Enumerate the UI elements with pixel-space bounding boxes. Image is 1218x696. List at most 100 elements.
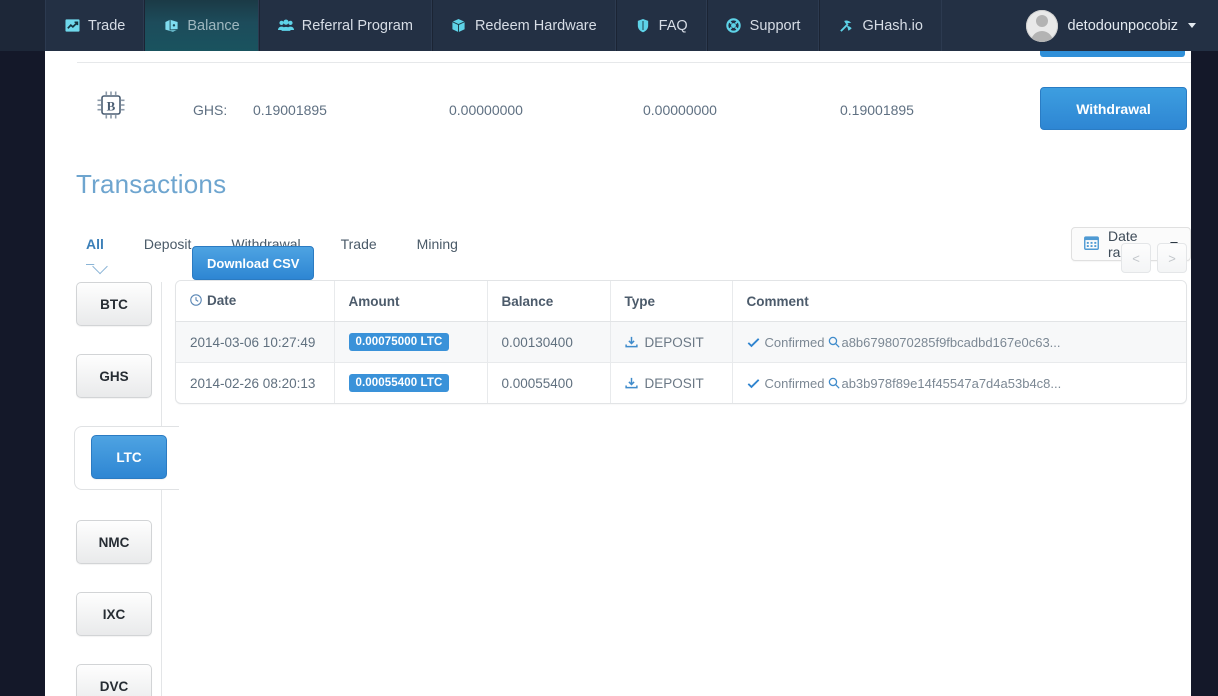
pagination-next-button[interactable]: > [1157, 243, 1187, 273]
nav-item-trade[interactable]: Trade [45, 0, 145, 51]
transaction-hash[interactable]: ab3b978f89e14f45547a7d4a53b4c8... [841, 376, 1061, 391]
nav-item-ghash-io[interactable]: GHash.io [819, 0, 942, 51]
user-menu[interactable]: detodounpocobiz [1016, 0, 1218, 51]
balance-row: B GHS: 0.19001895 0.00000000 0.00000000 … [45, 71, 1191, 143]
search-icon[interactable] [828, 336, 841, 348]
amount-badge: 0.00075000 LTC [348, 333, 450, 351]
page-title: Transactions [76, 169, 227, 199]
download-csv-button[interactable]: Download CSV [192, 246, 315, 280]
download-icon [624, 377, 638, 390]
svg-text:B: B [107, 99, 116, 114]
balance-value-available: 0.19001895 [840, 102, 914, 118]
nav-item-label: Trade [88, 17, 126, 34]
nav-item-support[interactable]: Support [706, 0, 820, 51]
currency-button-nmc[interactable]: NMC [76, 520, 152, 564]
currency-button-ltc[interactable]: LTC [91, 435, 167, 479]
tab-caret-icon [92, 258, 108, 275]
cpu-bitcoin-icon: B [93, 87, 129, 123]
balance-value-pending: 0.00000000 [449, 102, 523, 118]
nav-item-label: Referral Program [301, 17, 413, 34]
column-header-date[interactable]: Date [176, 281, 335, 322]
currency-sidebar: BTC GHS LTC NMC IXC DVC [74, 282, 181, 696]
transactions-table-panel: Date Amount Balance Type Comment 2014-03… [175, 280, 1187, 404]
tab-mining[interactable]: Mining [397, 229, 478, 259]
column-header-type[interactable]: Type [610, 281, 733, 322]
tab-trade[interactable]: Trade [321, 229, 397, 259]
balance-value-total: 0.19001895 [253, 102, 327, 118]
type-label: DEPOSIT [644, 334, 704, 350]
cell-amount: 0.00055400 LTC [334, 362, 488, 403]
box-icon [451, 18, 467, 34]
column-header-amount[interactable]: Amount [334, 281, 488, 322]
type-label: DEPOSIT [644, 375, 704, 391]
calendar-icon [1084, 235, 1099, 253]
currency-button-ghs[interactable]: GHS [76, 354, 152, 398]
navbar-spacer [942, 0, 1016, 51]
page-root: Trade Balance Referral Program Redeem Ha… [0, 0, 1218, 696]
cell-date: 2014-03-06 10:27:49 [176, 321, 335, 363]
nav-item-faq[interactable]: FAQ [615, 0, 707, 51]
currency-label: BTC [100, 296, 128, 312]
amount-badge: 0.00055400 LTC [348, 374, 450, 392]
tab-label: Trade [340, 236, 377, 252]
nav-item-label: GHash.io [862, 17, 923, 34]
pagination-prev-button[interactable]: < [1121, 243, 1151, 273]
currency-label: IXC [102, 606, 126, 622]
shield-icon [635, 18, 651, 34]
divider [77, 62, 1191, 63]
tab-label: Mining [416, 236, 458, 252]
cell-date: 2014-02-26 08:20:13 [176, 362, 335, 403]
users-icon [277, 18, 294, 34]
nav-item-label: Support [749, 17, 801, 34]
column-header-label: Comment [746, 293, 809, 309]
currency-button-btc[interactable]: BTC [76, 282, 152, 326]
search-icon[interactable] [828, 377, 841, 389]
transaction-hash[interactable]: a8b6798070285f9fbcadbd167e0c63... [841, 335, 1060, 350]
withdrawal-button[interactable]: Withdrawal [1040, 87, 1187, 130]
table-row: 2014-03-06 10:27:49 0.00075000 LTC 0.001… [176, 321, 1186, 363]
currency-button-dvc[interactable]: DVC [76, 664, 152, 696]
wallet-icon [163, 18, 179, 34]
tab-label: Deposit [143, 236, 192, 252]
download-csv-label: Download CSV [207, 255, 300, 271]
cell-comment: Confirmed a8b6798070285f9fbcadbd167e0c63… [732, 321, 1186, 363]
cell-comment: Confirmed ab3b978f89e14f45547a7d4a53b4c8… [732, 363, 1186, 404]
nav-item-referral-program[interactable]: Referral Program [258, 0, 432, 51]
main-content: B GHS: 0.19001895 0.00000000 0.00000000 … [45, 45, 1191, 696]
cell-balance: 0.00130400 [487, 321, 611, 363]
status-label: Confirmed [764, 334, 825, 350]
right-rail [1191, 0, 1218, 696]
top-navbar: Trade Balance Referral Program Redeem Ha… [0, 0, 1218, 51]
table-header-row: Date Amount Balance Type Comment [176, 281, 1186, 322]
cell-type: DEPOSIT [610, 362, 733, 403]
clock-icon [190, 294, 202, 309]
column-header-label: Date [207, 293, 237, 308]
lifering-icon [726, 18, 742, 34]
navbar-left-rail [0, 0, 45, 51]
column-header-label: Balance [501, 293, 554, 309]
currency-active-tab-wrapper: LTC [74, 426, 181, 490]
user-name: detodounpocobiz [1067, 17, 1178, 34]
tab-label: All [86, 236, 104, 252]
cell-balance: 0.00055400 [487, 362, 611, 403]
left-rail [0, 0, 45, 696]
nav-item-redeem-hardware[interactable]: Redeem Hardware [431, 0, 616, 51]
cell-amount: 0.00075000 LTC [334, 321, 488, 363]
chart-icon [64, 18, 80, 34]
column-header-balance[interactable]: Balance [487, 281, 611, 322]
tab-all[interactable]: All [76, 229, 124, 275]
transactions-table: Date Amount Balance Type Comment 2014-03… [176, 281, 1186, 403]
column-header-label: Type [624, 293, 656, 309]
chevron-down-icon [1188, 23, 1196, 28]
check-icon [747, 336, 760, 349]
column-header-label: Amount [348, 293, 400, 309]
pagination-next-label: > [1168, 250, 1176, 266]
currency-label: LTC [116, 449, 142, 465]
pagination: < > [1121, 243, 1187, 273]
table-row: 2014-02-26 08:20:13 0.00055400 LTC 0.000… [176, 362, 1186, 404]
currency-button-ixc[interactable]: IXC [76, 592, 152, 636]
status-label: Confirmed [764, 375, 825, 391]
column-header-comment[interactable]: Comment [732, 281, 1186, 322]
nav-item-balance[interactable]: Balance [144, 0, 259, 51]
download-icon [624, 336, 638, 349]
